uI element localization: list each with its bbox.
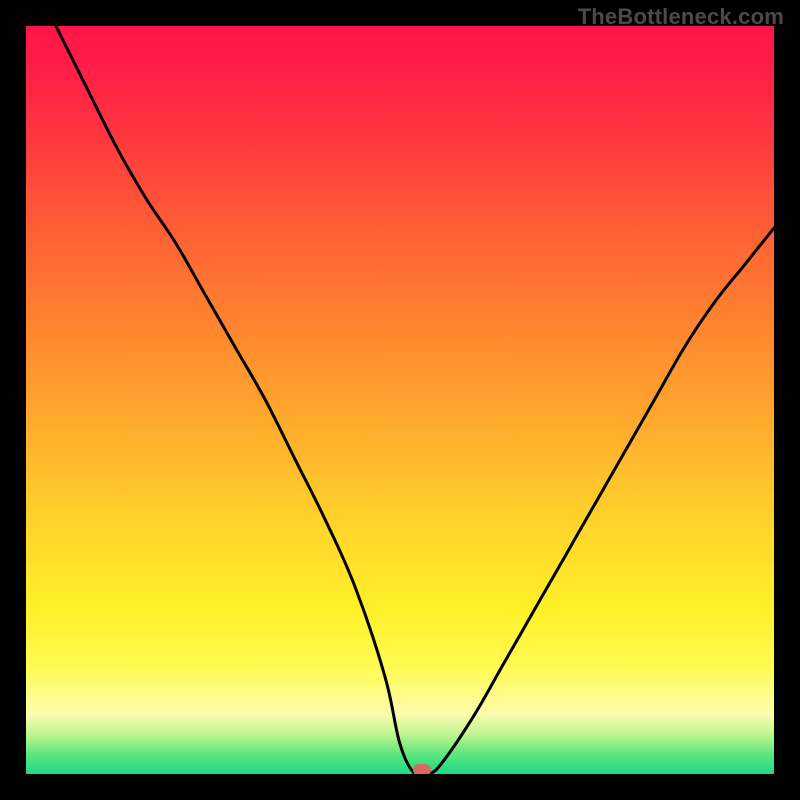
- chart-frame: TheBottleneck.com: [0, 0, 800, 800]
- plot-area: [26, 26, 774, 774]
- bottleneck-curve: [26, 26, 774, 774]
- watermark-text: TheBottleneck.com: [578, 4, 784, 30]
- optimal-point-marker: [413, 764, 431, 774]
